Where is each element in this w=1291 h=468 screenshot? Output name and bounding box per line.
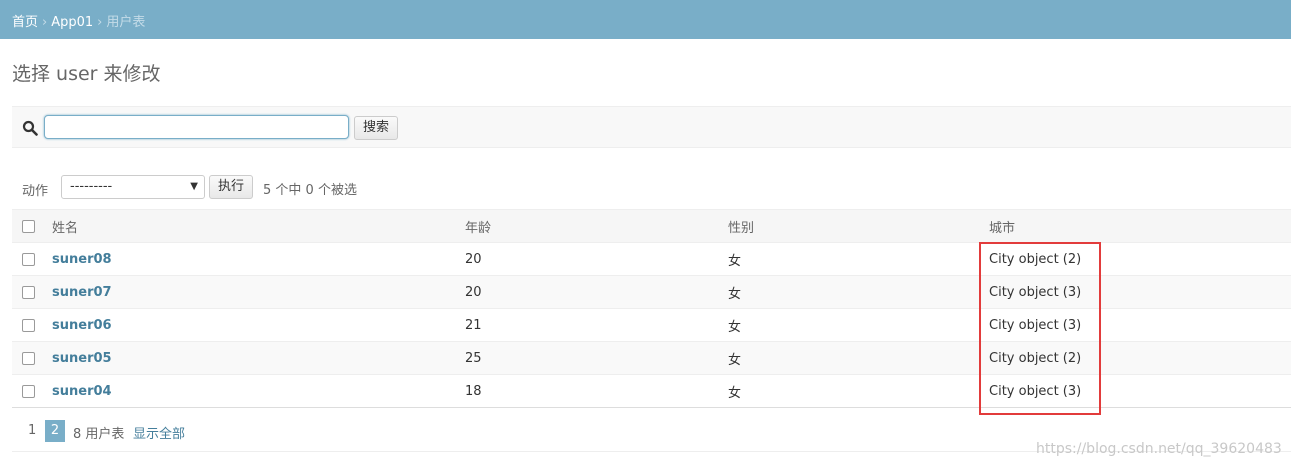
- row-age: 18: [465, 374, 728, 408]
- watermark: https://blog.csdn.net/qq_39620483: [1036, 441, 1282, 457]
- actions-label: 动作: [22, 184, 49, 199]
- row-city: City object (2): [989, 341, 1291, 375]
- row-sex: 女: [728, 275, 989, 309]
- table-header-row: 姓名 年龄 性别 城市: [12, 209, 1291, 243]
- row-city: City object (3): [989, 374, 1291, 408]
- page-current-2: 2: [45, 420, 65, 442]
- row-name-link[interactable]: suner04: [52, 384, 112, 399]
- row-name-link[interactable]: suner05: [52, 351, 112, 366]
- table-row: suner05 25 女 City object (2): [12, 341, 1291, 375]
- row-name-link[interactable]: suner07: [52, 285, 112, 300]
- table-row: suner07 20 女 City object (3): [12, 275, 1291, 309]
- table-divider: [12, 407, 1291, 408]
- row-sex: 女: [728, 341, 989, 375]
- breadcrumb-app[interactable]: App01: [51, 15, 93, 30]
- row-age: 20: [465, 242, 728, 276]
- search-input[interactable]: [44, 115, 349, 139]
- action-select-value: ---------: [70, 179, 113, 194]
- row-sex: 女: [728, 374, 989, 408]
- row-name-link[interactable]: suner06: [52, 318, 112, 333]
- row-age: 20: [465, 275, 728, 309]
- column-header-name[interactable]: 姓名: [42, 209, 465, 243]
- breadcrumb-home[interactable]: 首页: [12, 15, 38, 30]
- show-all-link[interactable]: 显示全部: [133, 423, 185, 442]
- row-sex: 女: [728, 242, 989, 276]
- row-checkbox[interactable]: [22, 351, 35, 365]
- page-link-1[interactable]: 1: [28, 423, 36, 438]
- breadcrumb: 首页 › App01 › 用户表: [0, 0, 1291, 39]
- page-title: 选择 user 来修改: [12, 63, 161, 85]
- run-action-button[interactable]: 执行: [209, 175, 254, 199]
- chevron-down-icon: ▼: [190, 181, 198, 192]
- search-toolbar: 搜索: [12, 106, 1291, 148]
- breadcrumb-separator: ›: [97, 15, 103, 30]
- table-row: suner04 18 女 City object (3): [12, 374, 1291, 408]
- row-checkbox[interactable]: [22, 252, 35, 266]
- row-name-link[interactable]: suner08: [52, 252, 112, 267]
- actions-bar: 动作 --------- ▼ 执行 5 个中 0 个被选: [12, 172, 1291, 202]
- breadcrumb-separator: ›: [42, 15, 48, 30]
- row-sex: 女: [728, 308, 989, 342]
- row-checkbox[interactable]: [22, 318, 35, 332]
- row-checkbox[interactable]: [22, 384, 35, 398]
- search-button[interactable]: 搜索: [354, 116, 399, 140]
- row-age: 21: [465, 308, 728, 342]
- row-city: City object (3): [989, 308, 1291, 342]
- table-row: suner08 20 女 City object (2): [12, 242, 1291, 276]
- select-all-checkbox[interactable]: [22, 219, 35, 233]
- breadcrumb-current: 用户表: [106, 15, 146, 30]
- table-row: suner06 21 女 City object (3): [12, 308, 1291, 342]
- search-icon: [22, 120, 38, 136]
- select-all-cell: [12, 209, 42, 243]
- column-header-sex[interactable]: 性别: [728, 209, 989, 243]
- result-count: 8 用户表: [73, 427, 125, 442]
- row-city: City object (3): [989, 275, 1291, 309]
- row-age: 25: [465, 341, 728, 375]
- results-table: 姓名 年龄 性别 城市 suner08 20 女 City object (2)…: [12, 209, 1291, 408]
- row-city: City object (2): [989, 242, 1291, 276]
- row-checkbox[interactable]: [22, 285, 35, 299]
- column-header-age[interactable]: 年龄: [465, 209, 728, 243]
- selection-counter: 5 个中 0 个被选: [263, 183, 357, 198]
- action-select[interactable]: --------- ▼: [61, 175, 205, 199]
- column-header-city[interactable]: 城市: [989, 209, 1291, 243]
